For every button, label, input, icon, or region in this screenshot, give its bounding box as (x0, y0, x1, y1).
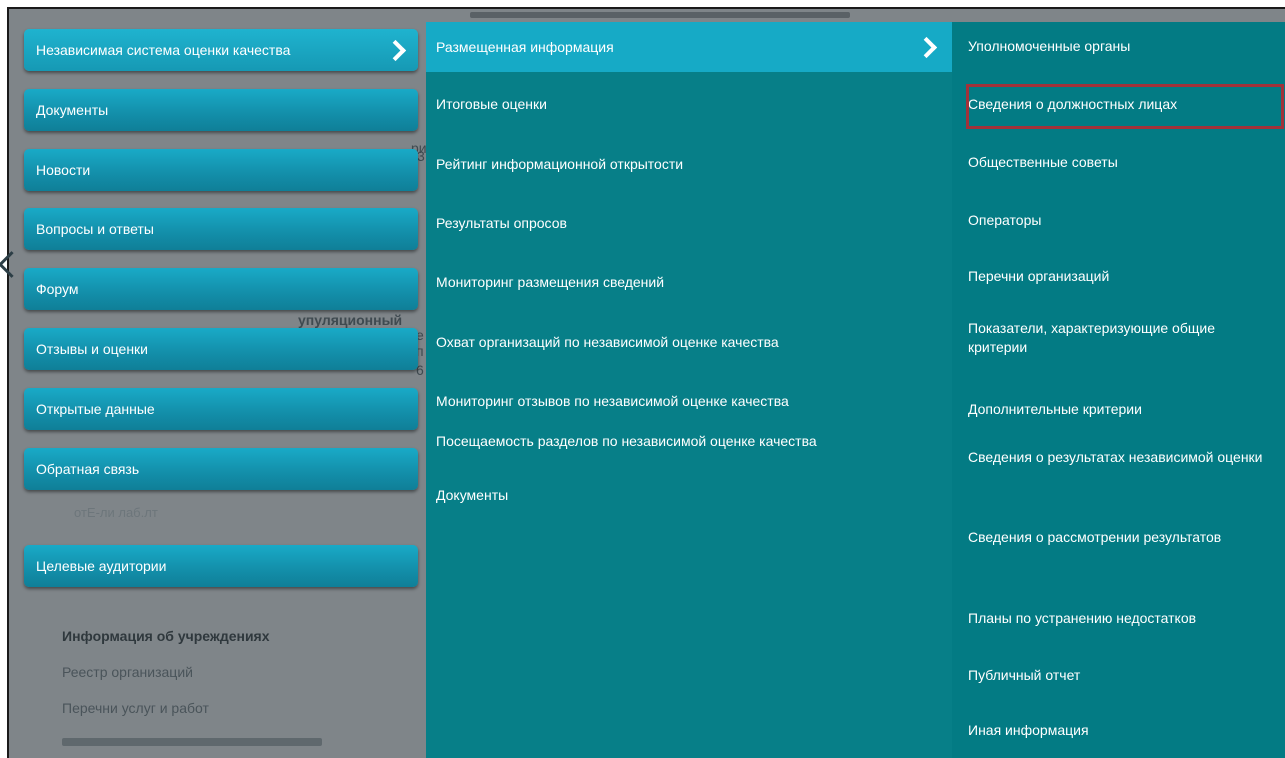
background-fragment: упуляционный (298, 312, 403, 328)
menu-item-label: Независимая система оценки качества (36, 42, 291, 58)
submenu3-item[interactable]: Показатели, характеризующие общие критер… (968, 319, 1278, 357)
chevron-right-icon (384, 39, 407, 62)
submenu-header-label: Размещенная информация (436, 39, 614, 55)
menu-item-label: Вопросы и ответы (36, 221, 154, 237)
submenu-level2-header[interactable]: Размещенная информация (426, 22, 952, 72)
submenu-item[interactable]: Итоговые оценки (436, 96, 547, 112)
menu-item-reviews[interactable]: Отзывы и оценки (24, 328, 418, 370)
menu-item-feedback[interactable]: Обратная связь (24, 448, 418, 490)
submenu-item[interactable]: Посещаемость разделов по независимой оце… (436, 433, 817, 449)
menu-item-forum[interactable]: Форум (24, 268, 418, 310)
submenu-item[interactable]: Рейтинг информационной открытости (436, 156, 683, 172)
window-frame-top (8, 7, 1285, 9)
submenu3-item[interactable]: Сведения о результатах независимой оценк… (968, 448, 1278, 467)
background-subitem[interactable]: Реестр организаций (62, 664, 193, 680)
menu-item-nsok[interactable]: Независимая система оценки качества (24, 29, 418, 71)
background-subitem[interactable]: Перечни услуг и работ (62, 700, 209, 716)
background-header-strip (470, 12, 850, 18)
menu-item-label: Документы (36, 102, 109, 118)
menu-item-faq[interactable]: Вопросы и ответы (24, 208, 418, 250)
submenu-item[interactable]: Мониторинг отзывов по независимой оценке… (436, 393, 789, 409)
submenu3-item[interactable]: Общественные советы (968, 153, 1278, 172)
submenu3-item[interactable]: Планы по устранению недостатков (968, 609, 1278, 628)
menu-item-label: Обратная связь (36, 461, 140, 477)
submenu3-item[interactable]: Операторы (968, 211, 1278, 230)
submenu-item[interactable]: Документы (436, 487, 508, 503)
menu-item-open-data[interactable]: Открытые данные (24, 388, 418, 430)
window-frame-left (7, 7, 9, 758)
submenu-item[interactable]: Мониторинг размещения сведений (436, 274, 664, 290)
submenu-level2: Размещенная информация Итоговые оценки Р… (426, 22, 952, 758)
background-subitem[interactable]: Информация об учреждениях (62, 628, 270, 644)
submenu3-item[interactable]: Уполномоченные органы (968, 37, 1278, 56)
submenu3-item[interactable]: Сведения о рассмотрении результатов (968, 528, 1278, 547)
selection-highlight-box (966, 84, 1284, 129)
chevron-right-icon (915, 36, 938, 59)
submenu3-item[interactable]: Иная информация (968, 721, 1278, 740)
menu-item-label: Новости (36, 162, 91, 178)
background-fragment: 3 (417, 148, 425, 164)
background-subitem-cut (62, 738, 322, 746)
submenu3-item[interactable]: Публичный отчет (968, 666, 1278, 685)
menu-item-documents[interactable]: Документы (24, 89, 418, 131)
menu-item-label: Целевые аудитории (36, 558, 167, 574)
submenu-level3: Уполномоченные органы Сведения о должнос… (952, 22, 1285, 758)
menu-item-label: Отзывы и оценки (36, 341, 148, 357)
submenu3-item[interactable]: Дополнительные критерии (968, 400, 1278, 419)
menu-item-news[interactable]: Новости (24, 149, 418, 191)
menu-item-label: Форум (36, 281, 79, 297)
background-fragment: отЕ-ли лаб.лт (74, 505, 158, 520)
menu-item-audiences[interactable]: Целевые аудитории (24, 545, 418, 587)
submenu-item[interactable]: Охват организаций по независимой оценке … (436, 334, 779, 350)
menu-item-label: Открытые данные (36, 401, 155, 417)
submenu-item[interactable]: Результаты опросов (436, 215, 567, 231)
submenu3-item[interactable]: Перечни организаций (968, 267, 1278, 286)
